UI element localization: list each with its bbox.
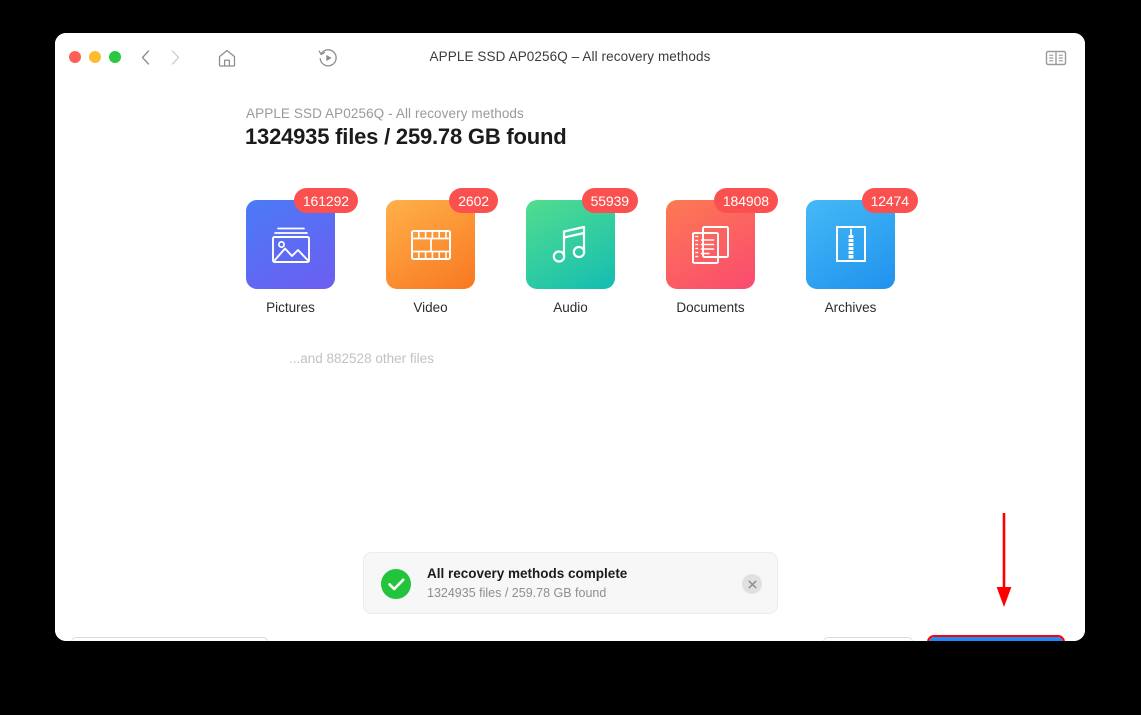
picture-icon <box>271 227 310 263</box>
category-audio[interactable]: 55939 Audio <box>526 188 638 315</box>
category-tile-wrap: 2602 <box>386 188 498 289</box>
category-icon-tile <box>386 200 475 289</box>
film-strip-icon <box>410 229 451 260</box>
category-icon-tile <box>666 200 755 289</box>
category-badge: 55939 <box>581 188 638 213</box>
category-pictures[interactable]: 161292 Pictures <box>246 188 358 315</box>
toast-subtitle: 1324935 files / 259.78 GB found <box>427 586 607 600</box>
scan-subtitle: APPLE SSD AP0256Q - All recovery methods <box>246 106 524 121</box>
window-toolbar: APPLE SSD AP0256Q – All recovery methods <box>55 33 1085 82</box>
other-files-text: ...and 882528 other files <box>289 351 434 366</box>
category-label: Pictures <box>266 300 315 315</box>
window-title: APPLE SSD AP0256Q – All recovery methods <box>429 49 711 64</box>
category-tile-wrap: 55939 <box>526 188 638 289</box>
category-tile-wrap: 12474 <box>806 188 918 289</box>
category-badge: 184908 <box>713 188 778 213</box>
category-label: Archives <box>824 300 877 315</box>
show-in-finder-button[interactable]: Show in Finder <box>71 637 268 641</box>
scan-headline: 1324935 files / 259.78 GB found <box>245 124 567 149</box>
check-circle-icon <box>381 569 411 599</box>
category-archives[interactable]: 12474 Archives <box>806 188 918 315</box>
category-video[interactable]: 2602 Video <box>386 188 498 315</box>
screenshot-root: APPLE SSD AP0256Q – All recovery methods… <box>0 0 1141 715</box>
completion-toast: All recovery methods complete 1324935 fi… <box>363 552 778 614</box>
documents-icon <box>691 225 729 264</box>
category-badge: 12474 <box>861 188 918 213</box>
category-badge: 2602 <box>449 188 498 213</box>
category-label: Video <box>413 300 448 315</box>
category-documents[interactable]: 184908 Documents <box>666 188 778 315</box>
category-icon-tile <box>526 200 615 289</box>
close-icon[interactable] <box>742 574 762 594</box>
split-view-icon[interactable] <box>1045 49 1067 67</box>
category-badge: 161292 <box>293 188 358 213</box>
music-note-icon <box>552 225 585 263</box>
category-label: Documents <box>676 300 745 315</box>
review-found-items-button[interactable]: Review found items <box>927 635 1065 641</box>
category-icon-tile <box>246 200 335 289</box>
app-window: APPLE SSD AP0256Q – All recovery methods… <box>55 33 1085 641</box>
category-tile-wrap: 161292 <box>246 188 358 289</box>
archive-zip-icon <box>835 225 866 262</box>
category-tile-wrap: 184908 <box>666 188 778 289</box>
main-content: APPLE SSD AP0256Q - All recovery methods… <box>55 82 1085 641</box>
toast-title: All recovery methods complete <box>427 566 628 581</box>
category-label: Audio <box>553 300 588 315</box>
category-tiles: 161292 Pictures 2602 Video 55939 Audio 1… <box>246 188 918 315</box>
category-icon-tile <box>806 200 895 289</box>
recover-all-button[interactable]: Recover all... <box>823 637 913 641</box>
